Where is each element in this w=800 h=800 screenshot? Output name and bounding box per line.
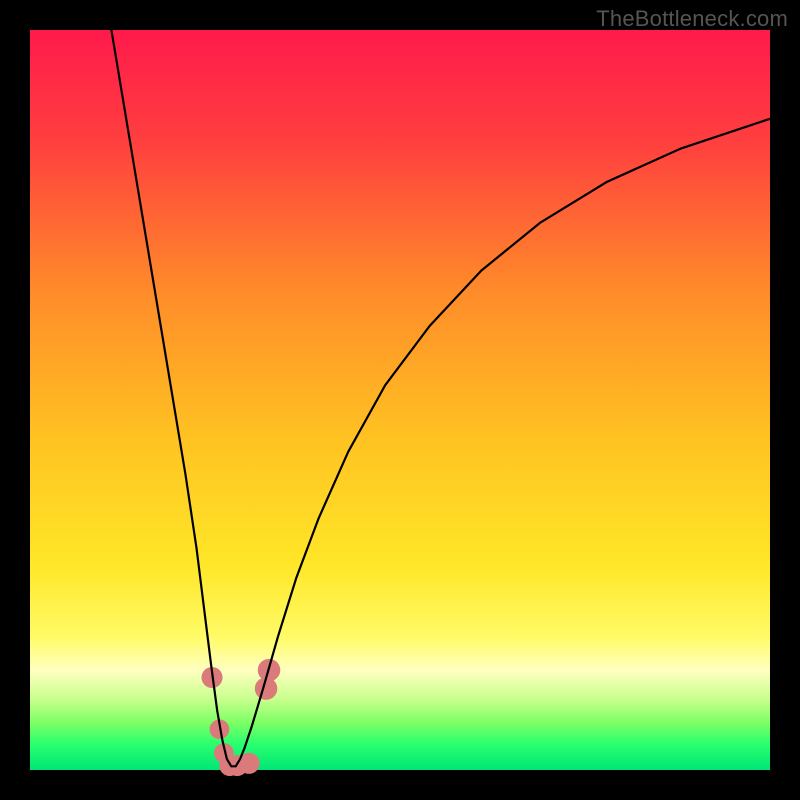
- bottleneck-chart: [0, 0, 800, 800]
- watermark-text: TheBottleneck.com: [596, 6, 788, 32]
- chart-frame: TheBottleneck.com: [0, 0, 800, 800]
- plot-background: [30, 30, 770, 770]
